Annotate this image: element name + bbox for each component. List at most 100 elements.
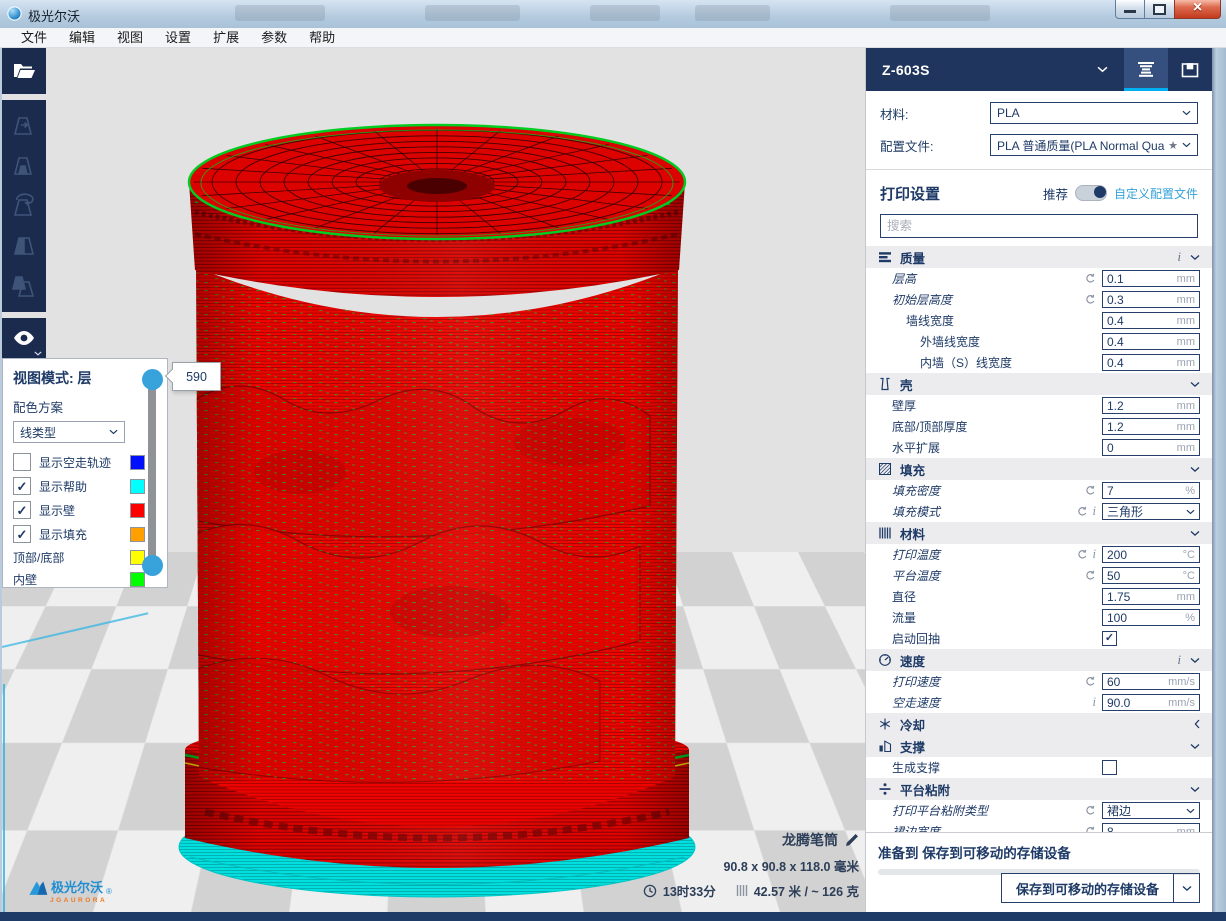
chevron-down-icon[interactable]	[1190, 530, 1200, 537]
minimize-button[interactable]	[1115, 0, 1145, 19]
legend-checkbox[interactable]	[13, 525, 31, 543]
maximize-button[interactable]	[1145, 0, 1174, 19]
color-swatch	[130, 479, 145, 494]
menu-item[interactable]: 参数	[250, 28, 298, 47]
mirror-tool-button[interactable]	[2, 226, 46, 266]
setting-input[interactable]: 0.1mm	[1102, 270, 1200, 287]
settings-section-support[interactable]: 支撑	[866, 735, 1212, 757]
layer-slider-track[interactable]	[148, 379, 156, 565]
section-title: 壳	[900, 375, 913, 394]
chevron-down-icon[interactable]	[1190, 657, 1200, 664]
viewport-3d[interactable]: 视图模式: 层 配色方案 线类型 显示空走轨迹显示帮助显示壁显示填充顶部/底部内…	[2, 48, 865, 912]
settings-section-speed[interactable]: 速度i	[866, 649, 1212, 671]
menu-item[interactable]: 编辑	[58, 28, 106, 47]
support-icon	[878, 739, 892, 753]
chevron-down-icon[interactable]	[1190, 786, 1200, 793]
custom-profile-link[interactable]: 自定义配置文件	[1114, 185, 1198, 202]
setting-input[interactable]: 100%	[1102, 609, 1200, 626]
info-icon[interactable]: i	[1093, 505, 1096, 518]
setting-input[interactable]: 1.2mm	[1102, 418, 1200, 435]
setting-row: 流量100%	[866, 607, 1212, 628]
material-select[interactable]: PLA	[990, 102, 1198, 124]
reset-icon[interactable]	[1085, 805, 1096, 816]
reset-icon[interactable]	[1085, 273, 1096, 284]
setting-input[interactable]: 0.4mm	[1102, 312, 1200, 329]
setting-label: 打印温度	[866, 546, 1066, 563]
legend-checkbox[interactable]	[13, 501, 31, 519]
layer-slider-handle-bottom[interactable]	[142, 555, 163, 576]
rotate-tool-button[interactable]	[2, 186, 46, 226]
setting-input[interactable]: 0.3mm	[1102, 291, 1200, 308]
section-header-icons	[1190, 743, 1200, 750]
info-icon[interactable]: i	[1093, 548, 1096, 561]
settings-section-quality[interactable]: 质量i	[866, 246, 1212, 268]
chevron-down-icon[interactable]	[1190, 466, 1200, 473]
chevron-down-icon[interactable]	[1190, 743, 1200, 750]
chevron-down-icon[interactable]	[1190, 381, 1200, 388]
setting-checkbox[interactable]	[1102, 631, 1117, 646]
legend-checkbox[interactable]	[13, 477, 31, 495]
setting-input[interactable]: 0.4mm	[1102, 333, 1200, 350]
reset-icon[interactable]	[1085, 676, 1096, 687]
reset-icon[interactable]	[1085, 294, 1096, 305]
reset-icon[interactable]	[1085, 485, 1096, 496]
menu-item[interactable]: 帮助	[298, 28, 346, 47]
scale-tool-button[interactable]	[2, 146, 46, 186]
setting-unit: mm	[1177, 294, 1195, 306]
settings-section-adhesion[interactable]: 平台粘附	[866, 778, 1212, 800]
reset-icon[interactable]	[1077, 506, 1088, 517]
save-options-chevron-button[interactable]	[1174, 873, 1200, 903]
move-tool-button[interactable]	[2, 106, 46, 146]
setting-value: 0.4	[1107, 314, 1177, 328]
setting-input[interactable]: 60mm/s	[1102, 673, 1200, 690]
setting-input[interactable]: 50°C	[1102, 567, 1200, 584]
setting-select[interactable]: 裙边	[1102, 802, 1200, 819]
close-button[interactable]	[1174, 0, 1221, 19]
settings-section-shell[interactable]: 壳	[866, 373, 1212, 395]
machine-chevron-down-icon[interactable]	[1097, 66, 1108, 73]
info-icon[interactable]: i	[1093, 696, 1096, 709]
setting-input[interactable]: 90.0mm/s	[1102, 694, 1200, 711]
section-title: 平台粘附	[900, 780, 950, 799]
info-icon[interactable]: i	[1178, 654, 1181, 667]
setting-input[interactable]: 1.2mm	[1102, 397, 1200, 414]
settings-section-material[interactable]: 材料	[866, 522, 1212, 544]
menu-item[interactable]: 文件	[10, 28, 58, 47]
setting-control: 三角形	[1102, 503, 1200, 520]
reset-icon[interactable]	[1077, 549, 1088, 560]
info-icon[interactable]: i	[1178, 251, 1181, 264]
menu-item[interactable]: 视图	[106, 28, 154, 47]
menu-item[interactable]: 设置	[154, 28, 202, 47]
open-file-button[interactable]	[2, 48, 46, 94]
recommended-custom-toggle[interactable]	[1075, 185, 1107, 201]
slice-stage-button[interactable]	[1124, 48, 1168, 91]
layer-slider-handle-top[interactable]	[142, 369, 163, 390]
divider	[866, 169, 1212, 170]
setting-row: 层高0.1mm	[866, 268, 1212, 289]
settings-section-cooling[interactable]: 冷却	[866, 713, 1212, 735]
brand-registered-mark: ®	[106, 887, 112, 896]
color-scheme-select[interactable]: 线类型	[13, 421, 125, 443]
sliced-model-preview[interactable]	[150, 112, 720, 912]
setting-input[interactable]: 1.75mm	[1102, 588, 1200, 605]
save-to-removable-button[interactable]: 保存到可移动的存储设备	[1001, 873, 1174, 903]
app-window: 极光尔沃 文件编辑视图设置扩展参数帮助	[0, 0, 1226, 921]
chevron-left-icon[interactable]	[1194, 719, 1200, 729]
settings-search-input[interactable]	[880, 214, 1198, 238]
profile-select[interactable]: PLA 普通质量(PLA Normal Qua ★	[990, 134, 1198, 156]
rename-pencil-icon[interactable]	[845, 833, 859, 847]
view-mode-button[interactable]	[2, 318, 46, 358]
settings-section-infill[interactable]: 填充	[866, 458, 1212, 480]
setting-checkbox[interactable]	[1102, 760, 1117, 775]
setting-input[interactable]: 0.4mm	[1102, 354, 1200, 371]
menu-item[interactable]: 扩展	[202, 28, 250, 47]
setting-input[interactable]: 7%	[1102, 482, 1200, 499]
per-model-settings-button[interactable]	[2, 266, 46, 306]
reset-icon[interactable]	[1085, 570, 1096, 581]
legend-checkbox[interactable]	[13, 453, 31, 471]
setting-input[interactable]: 200°C	[1102, 546, 1200, 563]
setting-input[interactable]: 0mm	[1102, 439, 1200, 456]
prepare-stage-button[interactable]	[1168, 48, 1212, 91]
setting-select[interactable]: 三角形	[1102, 503, 1200, 520]
chevron-down-icon[interactable]	[1190, 254, 1200, 261]
